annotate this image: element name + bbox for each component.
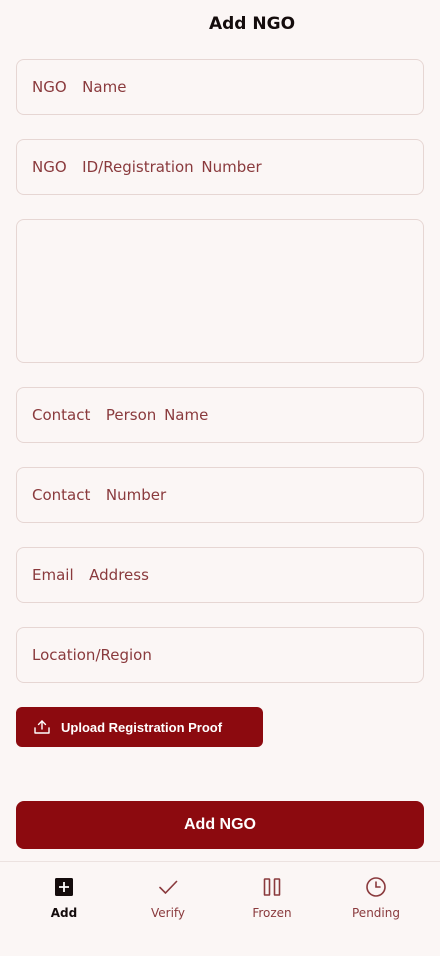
ngo-id-field[interactable] (16, 139, 424, 195)
contact-person-field[interactable] (16, 387, 424, 443)
location-input[interactable] (32, 646, 408, 664)
nav-label-pending: Pending (352, 906, 400, 920)
add-ngo-button-label: Add NGO (184, 816, 256, 833)
nav-label-add: Add (50, 906, 78, 920)
upload-button-label: Upload Registration Proof (61, 719, 223, 735)
email-input[interactable] (32, 566, 408, 584)
clock-icon (365, 876, 387, 898)
nav-label-frozen: Frozen (252, 906, 292, 920)
contact-number-field[interactable] (16, 467, 424, 523)
ngo-name-input[interactable] (32, 78, 408, 96)
contact-number-input[interactable] (32, 486, 408, 504)
upload-registration-proof-button[interactable]: Upload Registration Proof (16, 707, 263, 747)
bottom-nav: Add Verify Frozen Pending (0, 861, 440, 956)
add-ngo-button[interactable]: Add NGO (16, 801, 424, 849)
ngo-id-input[interactable] (32, 158, 408, 176)
description-textarea[interactable] (32, 234, 408, 344)
add-square-icon (53, 876, 75, 898)
location-field[interactable] (16, 627, 424, 683)
page-header: Add NGO (0, 14, 440, 34)
nav-label-verify: Verify (150, 906, 186, 920)
nav-item-frozen[interactable]: Frozen (232, 876, 312, 920)
ngo-name-field[interactable] (16, 59, 424, 115)
upload-icon (33, 718, 51, 736)
nav-item-pending[interactable]: Pending (336, 876, 416, 920)
check-icon (157, 876, 179, 898)
pause-icon (261, 876, 283, 898)
email-field[interactable] (16, 547, 424, 603)
description-field[interactable] (16, 219, 424, 363)
nav-item-add[interactable]: Add (24, 876, 104, 920)
page-title: Add NGO (208, 14, 296, 34)
nav-item-verify[interactable]: Verify (128, 876, 208, 920)
contact-person-input[interactable] (32, 406, 408, 424)
